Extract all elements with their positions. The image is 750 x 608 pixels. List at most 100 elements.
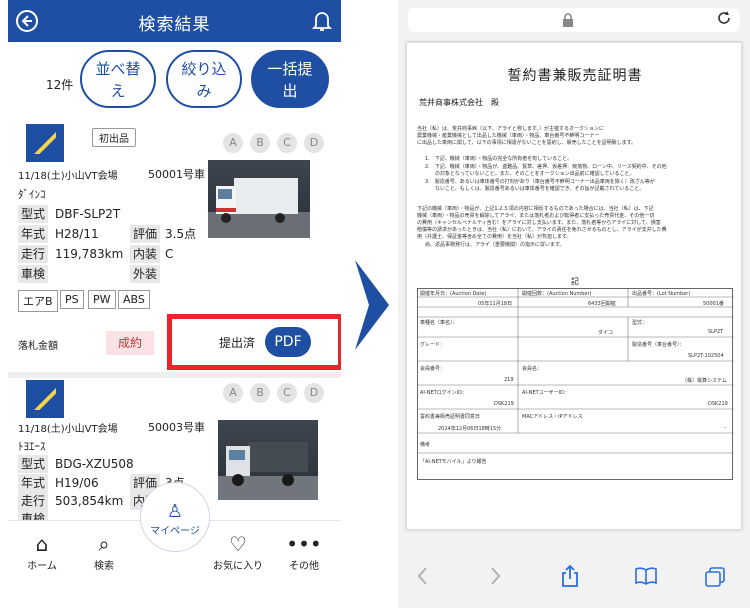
- grade-d-button[interactable]: D: [304, 133, 324, 153]
- table-cell: 会員名：: [522, 366, 543, 372]
- vehicle-photo[interactable]: [208, 160, 310, 238]
- chevron-right-icon: [491, 567, 501, 585]
- vehicle-photo[interactable]: [218, 420, 318, 500]
- ki-heading: 記: [571, 277, 579, 286]
- forward-button[interactable]: [488, 566, 502, 591]
- grade-c-button[interactable]: C: [277, 383, 297, 403]
- browser-toolbar: [398, 552, 750, 608]
- model-label: 型式: [18, 455, 49, 473]
- model-label: 型式: [18, 205, 49, 223]
- chevron-right-icon: [355, 260, 389, 350]
- bid-amount-label: 落札金額: [18, 341, 58, 352]
- mileage-value: 119,783km: [55, 247, 124, 261]
- body-text: 当社（私）は、荒井商事㈱（以下、アライと称します。）が主催するオークションに: [417, 126, 605, 132]
- table-cell: 型式：: [632, 320, 648, 326]
- year-label: 年式: [18, 474, 49, 492]
- share-button[interactable]: [560, 564, 580, 593]
- equipment-tag: PS: [60, 290, 84, 309]
- truck-image: [208, 178, 310, 238]
- body-text: 尚、返品事務発行は、アライ（重要機関）の指示に従います。: [425, 242, 565, 248]
- table-cell: 会員番号：: [420, 366, 446, 372]
- app-screen: 検索結果 12件 並べ替え 絞り込み 一括提出 初出品 A B C D 11/1…: [8, 0, 341, 608]
- table-cell: 製造番号（車台番号）：: [632, 342, 685, 348]
- body-text: に出品した車両に関して、以下の事項に相違がないことを誓約し、販売したことを証明致…: [417, 140, 637, 146]
- mileage-label: 走行: [18, 245, 49, 263]
- nav-more[interactable]: ••• その他: [274, 531, 334, 572]
- grade-b-button[interactable]: B: [250, 383, 270, 403]
- table-cell: グレード：: [420, 342, 446, 348]
- table-cell: （株）電算システム: [682, 378, 727, 384]
- lot-number: 50003号車: [148, 421, 205, 434]
- nav-favorites[interactable]: ♡ お気に入り: [208, 531, 268, 572]
- table-grid: [418, 289, 734, 454]
- table-cell: 05年11月18日: [478, 301, 513, 307]
- right-arrow: [355, 260, 389, 350]
- first-listing-badge: 初出品: [92, 128, 136, 147]
- table-cell: 車種名（車名）：: [420, 320, 458, 326]
- grade-a-button[interactable]: A: [223, 133, 243, 153]
- divider: [8, 372, 341, 378]
- grade-a-button[interactable]: A: [223, 383, 243, 403]
- score-label: 評価: [130, 225, 161, 243]
- nav-mypage[interactable]: ♙ マイページ: [140, 482, 210, 552]
- truck-image: [218, 442, 318, 500]
- book-icon: [635, 567, 657, 585]
- table-cell: 出品番号：(Lot Number): [632, 291, 691, 297]
- tabs-button[interactable]: [704, 566, 726, 593]
- table-cell: 誓約書兼販売証明書同意日: [420, 414, 481, 420]
- mileage-label: 走行: [18, 492, 49, 510]
- search-icon: ⌕: [98, 532, 110, 556]
- auction-logo: [26, 380, 64, 418]
- pdf-document: 誓約書兼販売証明書 荒井商事株式会社 殿 当社（私）は、荒井商事㈱（以下、アライ…: [406, 42, 742, 530]
- year-value: H19/06: [55, 476, 99, 490]
- table-cell: 6433回開催: [588, 301, 616, 307]
- bookmarks-button[interactable]: [634, 566, 658, 591]
- notification-button[interactable]: [311, 9, 333, 33]
- table-cell: 開催回数：(Auction Number): [522, 291, 592, 297]
- addressee: 荒井商事株式会社 殿: [419, 98, 499, 107]
- bulk-submit-button[interactable]: 一括提出: [251, 50, 329, 108]
- address-bar[interactable]: [408, 8, 740, 32]
- table-cell: 219: [504, 377, 514, 383]
- app-header: 検索結果: [8, 0, 341, 42]
- table-cell: 2024年12月06日18時15分: [438, 426, 502, 432]
- nav-home[interactable]: ⌂ ホーム: [12, 531, 72, 572]
- year-value: H28/11: [55, 227, 99, 241]
- body-text: 下記の機械（車両）・物品が、上記1.2.3.項の内容に相反するものであった場合に…: [417, 206, 654, 212]
- equipment-tag: PW: [88, 290, 116, 309]
- sort-button[interactable]: 並べ替え: [80, 50, 156, 108]
- table-cell: SLP2T-102504: [688, 353, 724, 359]
- table-cell: ダイコ: [598, 330, 614, 336]
- inspection-label: 車検: [18, 265, 49, 283]
- home-icon: ⌂: [35, 532, 49, 556]
- table-cell: 開催年月日：(Auction Date): [420, 291, 487, 297]
- contract-status-badge: 成約: [106, 331, 154, 355]
- grade-d-button[interactable]: D: [304, 383, 324, 403]
- filter-button[interactable]: 絞り込み: [166, 50, 242, 108]
- chevron-left-icon: [417, 567, 427, 585]
- body-text: 1. 下記、機械（車両）・物品の完全な所有者を有していること。: [425, 156, 573, 162]
- body-text: 2. 下記、機械（車両）・物品が、盗難品、質草、差押、仮差押、競落物、ローン中、…: [425, 164, 667, 170]
- back-button[interactable]: [416, 566, 430, 591]
- grade-c-button[interactable]: C: [277, 133, 297, 153]
- score-value: 3.5点: [165, 227, 197, 241]
- model-value: DBF-SLP2T: [55, 207, 121, 221]
- bell-icon: [311, 12, 333, 31]
- body-text: 用（弁護士、保証金等含め全ての費用）を当社（私）が負担します。: [417, 234, 572, 240]
- maker-name: ﾀﾞｲﾝｺ: [18, 188, 46, 201]
- note-label: 備考: [420, 442, 431, 448]
- reload-button[interactable]: [716, 10, 732, 30]
- body-text: 3. 製造番号、あるいは車体番号の打刻があり（車台番号不鮮明コーナー出品車両を除…: [425, 179, 655, 185]
- table-cell: DSK219: [494, 401, 514, 407]
- body-text: ないこと、もしくは、製造番号あるいは車体番号を確認でき、その旨が記載されているこ…: [425, 186, 645, 192]
- grade-b-button[interactable]: B: [250, 133, 270, 153]
- result-count: 12件: [46, 78, 74, 92]
- auction-logo: [26, 124, 64, 162]
- nav-search[interactable]: ⌕ 検索: [74, 531, 134, 572]
- tabs-icon: [705, 567, 725, 587]
- maker-name: ﾄﾖｴｰｽ: [18, 440, 46, 453]
- interior-value: C: [165, 247, 174, 261]
- table-cell: SLP2T: [708, 329, 724, 335]
- interior-label: 内装: [130, 245, 161, 263]
- table-cell: 50001番: [703, 301, 724, 307]
